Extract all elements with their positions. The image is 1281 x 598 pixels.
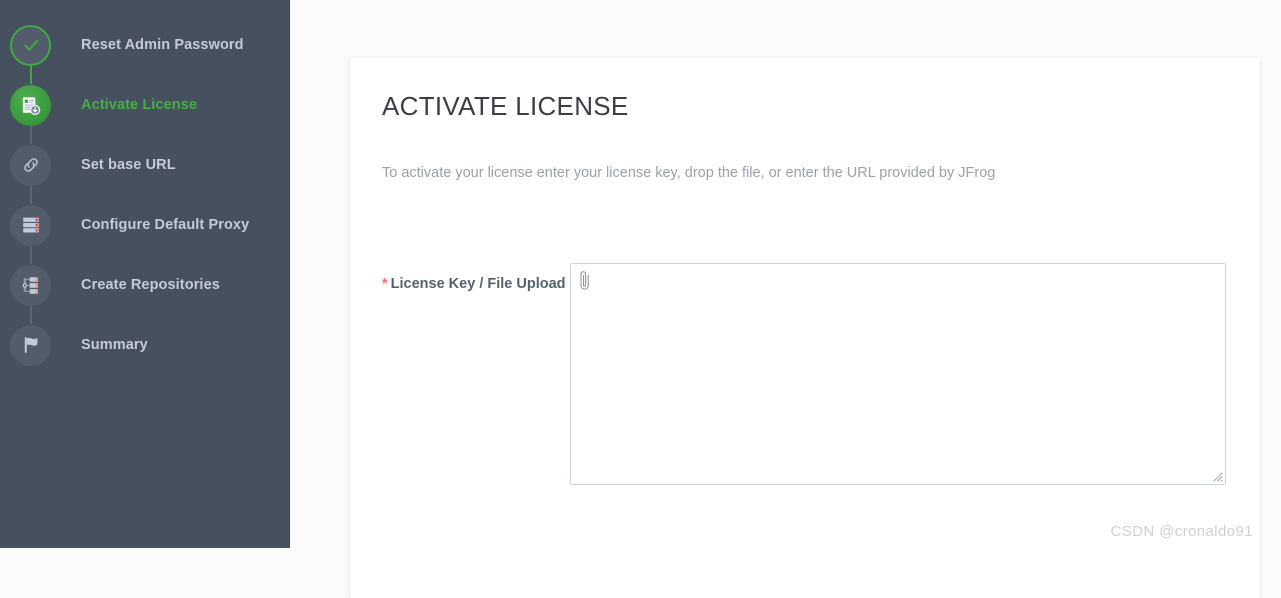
license-doc-icon [22, 96, 41, 115]
setup-wizard-page: Reset Admin Password Activate License Se… [0, 0, 1281, 598]
license-key-textarea[interactable] [570, 263, 1226, 485]
license-key-label-text: License Key / File Upload [390, 276, 566, 292]
step-badge-done [10, 24, 51, 66]
sidebar-item-label: Summary [81, 337, 148, 353]
step-badge-pending [10, 204, 51, 246]
hierarchy-icon [22, 277, 38, 294]
sidebar-item-label: Set base URL [81, 157, 176, 173]
wizard-sidebar: Reset Admin Password Activate License Se… [0, 0, 290, 548]
sidebar-item-label: Configure Default Proxy [81, 217, 250, 233]
license-key-label: * License Key / File Upload [382, 276, 566, 292]
sidebar-item-configure-default-proxy[interactable]: Configure Default Proxy [0, 195, 290, 255]
activate-license-card: ACTIVATE LICENSE To activate your licens… [350, 58, 1260, 598]
license-key-input-wrapper [570, 263, 1226, 485]
server-stack-icon [22, 217, 39, 233]
sidebar-item-create-repositories[interactable]: Create Repositories [0, 255, 290, 315]
wizard-step-list: Reset Admin Password Activate License Se… [0, 0, 290, 375]
step-badge-pending [10, 264, 51, 306]
link-icon [23, 158, 38, 172]
watermark-text: CSDN @cronaldo91 [1110, 523, 1253, 540]
flag-icon [24, 337, 37, 353]
sidebar-item-set-base-url[interactable]: Set base URL [0, 135, 290, 195]
page-description: To activate your license enter your lice… [382, 165, 996, 181]
step-badge-pending [10, 144, 51, 186]
step-badge-pending [10, 324, 51, 366]
step-badge-active [10, 84, 51, 126]
sidebar-item-activate-license[interactable]: Activate License [0, 75, 290, 135]
sidebar-item-summary[interactable]: Summary [0, 315, 290, 375]
check-icon [23, 39, 38, 51]
sidebar-item-label: Reset Admin Password [81, 37, 244, 53]
sidebar-item-reset-admin-password[interactable]: Reset Admin Password [0, 15, 290, 75]
page-title: ACTIVATE LICENSE [382, 91, 629, 121]
required-marker: * [382, 276, 388, 292]
sidebar-item-label: Create Repositories [81, 277, 220, 293]
sidebar-item-label: Activate License [81, 97, 198, 113]
main-content: ACTIVATE LICENSE To activate your licens… [290, 0, 1281, 598]
